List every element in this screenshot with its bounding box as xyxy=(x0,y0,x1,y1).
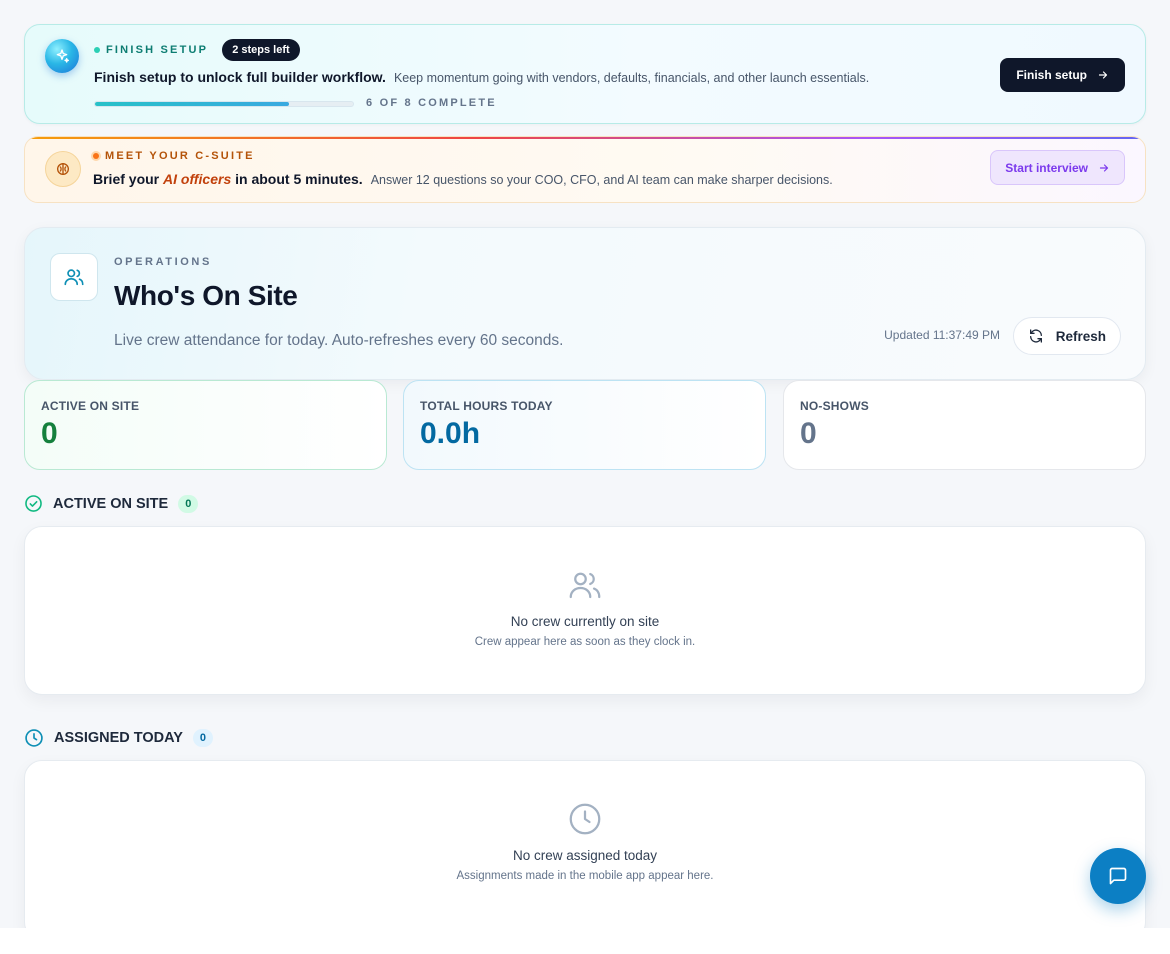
stat-label: NO-SHOWS xyxy=(800,399,869,413)
stat-total-hours: TOTAL HOURS TODAY 0.0h xyxy=(403,380,766,470)
steps-left-badge: 2 steps left xyxy=(222,39,300,61)
refresh-button[interactable]: Refresh xyxy=(1012,317,1121,355)
assigned-crew-list: No crew assigned today Assignments made … xyxy=(24,760,1146,940)
refresh-label: Refresh xyxy=(1055,328,1106,344)
assigned-empty-title: No crew assigned today xyxy=(512,848,658,863)
setup-progress-label: 6 OF 8 COMPLETE xyxy=(366,97,497,109)
active-crew-list: No crew currently on site Crew appear he… xyxy=(24,526,1146,695)
stat-value: 0 xyxy=(800,417,817,450)
stat-value: 0 xyxy=(41,417,58,450)
assigned-empty-state: No crew assigned today Assignments made … xyxy=(25,801,1145,882)
active-section-title: ACTIVE ON SITE xyxy=(53,495,169,512)
csuite-message: Brief your AI officers in about 5 minute… xyxy=(93,171,833,187)
setup-eyebrow-text: FINISH SETUP xyxy=(106,44,209,56)
assigned-count-badge: 0 xyxy=(192,729,214,747)
finish-setup-banner: FINISH SETUP 2 steps left Finish setup t… xyxy=(24,24,1146,124)
active-count-badge: 0 xyxy=(178,494,199,513)
csuite-eyebrow: MEET YOUR C-SUITE xyxy=(93,150,255,162)
chat-icon xyxy=(1109,867,1127,885)
viewport-bottom xyxy=(0,928,1170,954)
csuite-headline-em: AI officers xyxy=(163,171,232,187)
assigned-section-header: ASSIGNED TODAY 0 xyxy=(24,728,214,748)
start-interview-label: Start interview xyxy=(1005,160,1088,175)
setup-subtext: Keep momentum going with vendors, defaul… xyxy=(393,71,870,85)
setup-headline: Finish setup to unlock full builder work… xyxy=(94,69,386,85)
active-empty-state: No crew currently on site Crew appear he… xyxy=(25,567,1145,648)
clock-icon xyxy=(25,729,43,747)
stat-active-on-site: ACTIVE ON SITE 0 xyxy=(24,380,387,470)
arrow-right-icon xyxy=(1098,71,1108,79)
setup-progress-bar xyxy=(94,101,354,107)
stat-label: ACTIVE ON SITE xyxy=(41,399,140,413)
setup-eyebrow: FINISH SETUP 2 steps left xyxy=(94,39,300,61)
users-icon xyxy=(50,253,98,301)
operations-header: OPERATIONS Who's On Site Live crew atten… xyxy=(24,227,1146,380)
assigned-section-title: ASSIGNED TODAY xyxy=(54,730,183,746)
csuite-headline-pre: Brief your xyxy=(93,171,164,187)
arrow-right-icon xyxy=(1099,163,1109,172)
chat-button[interactable] xyxy=(1090,848,1146,904)
stat-value: 0.0h xyxy=(420,417,481,450)
csuite-subtext: Answer 12 questions so your COO, CFO, an… xyxy=(370,173,833,187)
status-dot xyxy=(94,47,100,53)
finish-setup-button[interactable]: Finish setup xyxy=(1000,58,1125,92)
csuite-banner: MEET YOUR C-SUITE Brief your AI officers… xyxy=(24,136,1146,203)
finish-setup-label: Finish setup xyxy=(1016,68,1087,82)
active-section-header: ACTIVE ON SITE 0 xyxy=(24,494,199,513)
csuite-eyebrow-text: MEET YOUR C-SUITE xyxy=(105,150,255,162)
stat-label: TOTAL HOURS TODAY xyxy=(420,399,553,413)
assigned-empty-subtitle: Assignments made in the mobile app appea… xyxy=(456,870,714,882)
check-circle-icon xyxy=(25,495,42,512)
active-empty-title: No crew currently on site xyxy=(510,614,660,629)
page-title: Who's On Site xyxy=(114,280,298,311)
sparkle-icon xyxy=(45,39,79,73)
last-updated-text: Updated 11:37:49 PM xyxy=(884,328,1000,342)
refresh-icon xyxy=(1029,329,1042,343)
status-dot xyxy=(93,153,99,159)
stat-no-shows: NO-SHOWS 0 xyxy=(783,380,1146,470)
active-empty-subtitle: Crew appear here as soon as they clock i… xyxy=(474,636,696,648)
dashboard-page: FINISH SETUP 2 steps left Finish setup t… xyxy=(24,24,1146,940)
users-icon xyxy=(569,572,601,599)
start-interview-button[interactable]: Start interview xyxy=(990,150,1125,185)
setup-progress-fill xyxy=(95,102,289,106)
operations-eyebrow: OPERATIONS xyxy=(114,256,212,268)
csuite-headline-post: in about 5 minutes. xyxy=(231,171,363,187)
brain-icon xyxy=(45,151,81,187)
csuite-headline: Brief your AI officers in about 5 minute… xyxy=(93,171,363,187)
setup-message: Finish setup to unlock full builder work… xyxy=(94,69,869,85)
page-subtitle: Live crew attendance for today. Auto-ref… xyxy=(114,332,564,349)
clock-icon xyxy=(569,803,601,835)
